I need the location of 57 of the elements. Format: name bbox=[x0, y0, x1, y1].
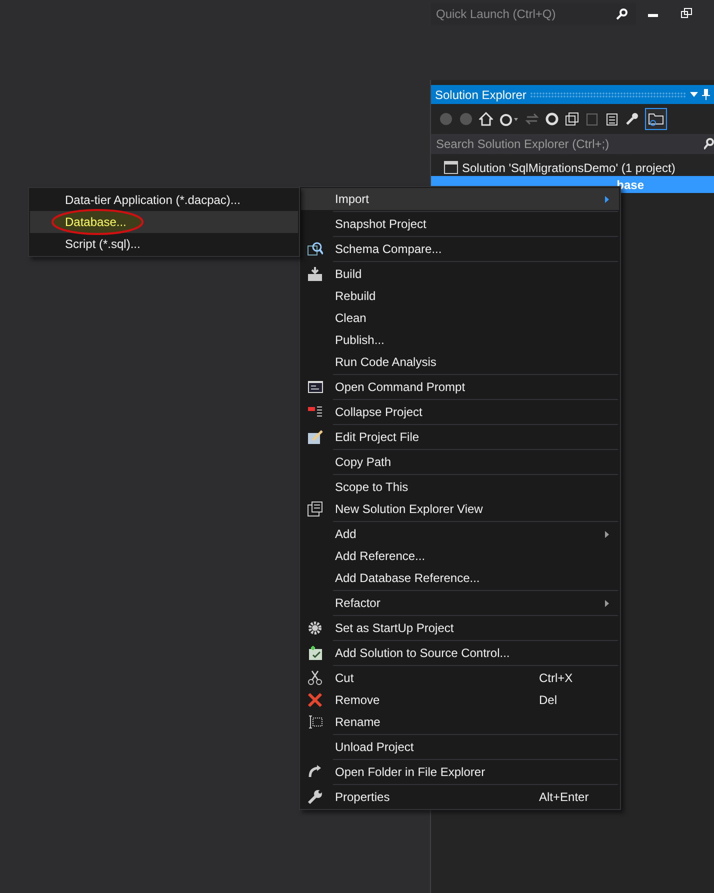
menu-item[interactable]: Add Database Reference... bbox=[301, 567, 619, 589]
gear-icon bbox=[307, 620, 323, 636]
menu-item[interactable]: Collapse Project bbox=[301, 401, 619, 423]
menu-item[interactable]: Clean bbox=[301, 307, 619, 329]
menu-item[interactable]: Set as StartUp Project bbox=[301, 617, 619, 639]
menu-item[interactable]: Add Solution to Source Control... bbox=[301, 642, 619, 664]
scissors-icon bbox=[307, 670, 323, 686]
menu-item[interactable]: Remove Del bbox=[301, 689, 619, 711]
menu-item[interactable]: Open Command Prompt bbox=[301, 376, 619, 398]
rename-icon bbox=[307, 714, 323, 730]
menu-item[interactable]: Properties Alt+Enter bbox=[301, 786, 619, 808]
menu-item[interactable]: Publish... bbox=[301, 329, 619, 351]
collapse-icon[interactable] bbox=[565, 112, 579, 126]
console-icon bbox=[307, 379, 323, 395]
source-control-icon bbox=[307, 645, 323, 661]
show-files-icon[interactable] bbox=[605, 112, 619, 126]
search-field[interactable]: Search Solution Explorer (Ctrl+;) bbox=[431, 134, 714, 154]
menu-item[interactable]: New Solution Explorer View bbox=[301, 498, 619, 520]
cross-icon bbox=[307, 692, 323, 708]
tree-item[interactable]: Solution 'SqlMigrationsDemo' (1 project) bbox=[431, 159, 714, 176]
menu-item[interactable]: Cut Ctrl+X bbox=[301, 667, 619, 689]
menu-item[interactable]: Open Folder in File Explorer bbox=[301, 761, 619, 783]
edit-file-icon bbox=[307, 429, 323, 445]
menu-item[interactable]: Scope to This bbox=[301, 476, 619, 498]
wrench-icon bbox=[307, 789, 323, 805]
menu-item[interactable]: Import bbox=[301, 188, 619, 210]
menu-item[interactable]: Run Code Analysis bbox=[301, 351, 619, 373]
menu-item[interactable]: Snapshot Project bbox=[301, 213, 619, 235]
panel-title: Solution Explorer bbox=[435, 86, 526, 104]
solution-icon bbox=[444, 161, 458, 174]
sync-icon[interactable] bbox=[525, 112, 539, 126]
compare-icon bbox=[307, 241, 323, 257]
search-icon bbox=[616, 8, 628, 20]
menu-item[interactable]: Build bbox=[301, 263, 619, 285]
arrow-icon bbox=[307, 764, 323, 780]
build-icon bbox=[307, 266, 323, 282]
menu-item[interactable]: Rename bbox=[301, 711, 619, 733]
view-icon bbox=[307, 501, 323, 517]
menu-item[interactable]: Database... bbox=[30, 211, 298, 233]
menu-item[interactable]: Script (*.sql)... bbox=[30, 233, 298, 255]
quick-launch-field[interactable]: Quick Launch (Ctrl+Q) bbox=[436, 5, 616, 23]
menu-item[interactable]: Refactor bbox=[301, 592, 619, 614]
menu-item[interactable]: Edit Project File bbox=[301, 426, 619, 448]
folder-search-icon[interactable] bbox=[645, 108, 667, 130]
pin-icon[interactable] bbox=[702, 89, 710, 100]
menu-item[interactable]: Rebuild bbox=[301, 285, 619, 307]
menu-item[interactable]: Add bbox=[301, 523, 619, 545]
menu-item[interactable]: Schema Compare... bbox=[301, 238, 619, 260]
search-icon bbox=[704, 138, 714, 150]
home-icon[interactable] bbox=[479, 112, 493, 126]
restore-icon[interactable] bbox=[681, 8, 692, 18]
menu-item[interactable]: Data-tier Application (*.dacpac)... bbox=[30, 189, 298, 211]
wrench-icon[interactable] bbox=[625, 112, 639, 126]
menu-item[interactable]: Unload Project bbox=[301, 736, 619, 758]
menu-item[interactable]: Add Reference... bbox=[301, 545, 619, 567]
dropdown-icon[interactable] bbox=[690, 92, 698, 97]
menu-item[interactable]: Copy Path bbox=[301, 451, 619, 473]
